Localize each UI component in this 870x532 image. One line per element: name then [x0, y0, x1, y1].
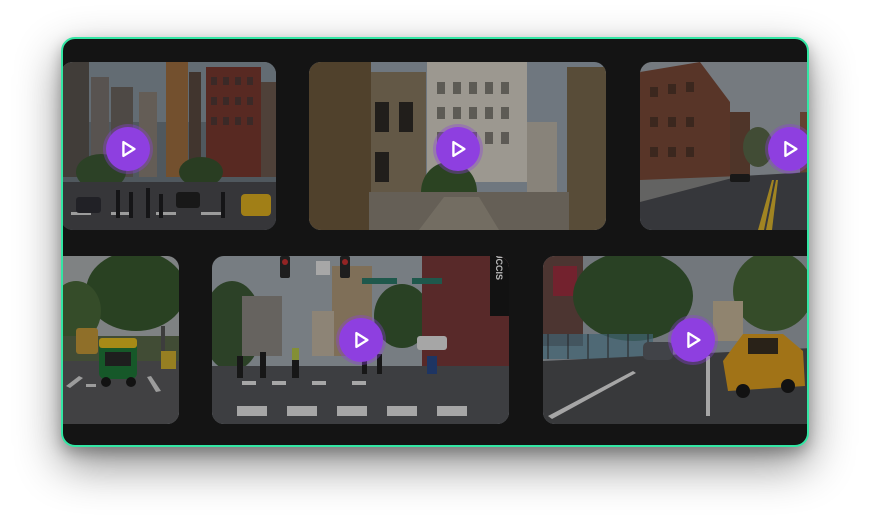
video-thumbnail-city-avenue[interactable]: [63, 62, 276, 230]
play-icon[interactable]: [768, 127, 807, 171]
play-icon[interactable]: [436, 127, 480, 171]
thumbnail-overlay: [63, 256, 179, 424]
video-thumbnail-brick-alley[interactable]: [309, 62, 606, 230]
thumbnail-overlay: [63, 62, 276, 230]
play-icon[interactable]: [106, 127, 150, 171]
video-thumbnail-empty-road[interactable]: [640, 62, 807, 230]
video-gallery-card: UCCIS: [61, 37, 809, 447]
video-thumbnail-auto-rickshaw[interactable]: [63, 256, 179, 424]
video-thumbnail-yellow-taxi[interactable]: [543, 256, 807, 424]
play-icon[interactable]: [671, 318, 715, 362]
video-thumbnail-crosswalk[interactable]: UCCIS: [212, 256, 509, 424]
play-icon[interactable]: [339, 318, 383, 362]
